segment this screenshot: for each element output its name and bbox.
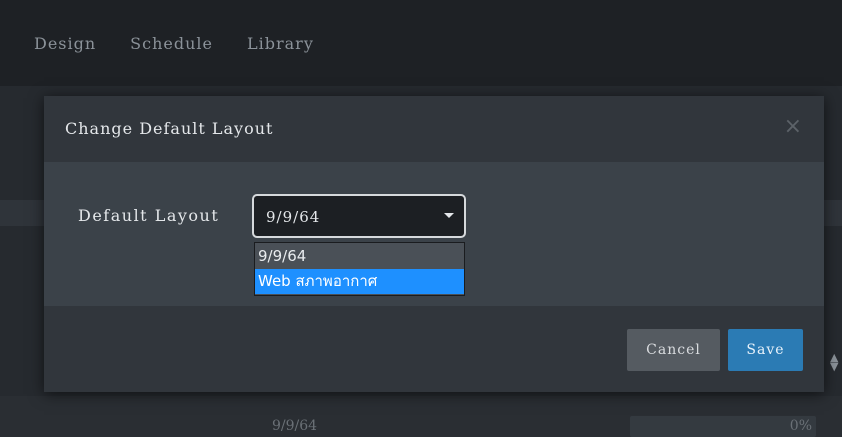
select-current-value: 9/9/64 bbox=[266, 208, 321, 226]
nav-item-schedule[interactable]: Schedule bbox=[130, 34, 213, 53]
dropdown-option-highlighted[interactable]: Web สภาพอากาศ bbox=[255, 269, 464, 294]
background-row-value: 0% bbox=[789, 418, 812, 434]
close-icon[interactable]: × bbox=[784, 116, 802, 138]
chevron-down-icon bbox=[444, 213, 454, 218]
modal-title: Change Default Layout bbox=[65, 119, 274, 138]
sort-icon[interactable]: ▲ ▼ bbox=[830, 352, 838, 372]
default-layout-label: Default Layout bbox=[78, 206, 220, 225]
nav-item-library[interactable]: Library bbox=[247, 34, 314, 53]
default-layout-select[interactable]: 9/9/64 bbox=[252, 194, 466, 238]
change-default-layout-modal: Change Default Layout × Default Layout 9… bbox=[44, 96, 824, 392]
nav-item-design[interactable]: Design bbox=[34, 34, 96, 53]
default-layout-dropdown: 9/9/64 Web สภาพอากาศ bbox=[254, 242, 465, 296]
cancel-button[interactable]: Cancel bbox=[627, 329, 720, 371]
save-button[interactable]: Save bbox=[728, 329, 803, 371]
background-row-name: 9/9/64 bbox=[272, 418, 318, 434]
modal-header: Change Default Layout × bbox=[44, 96, 824, 162]
dropdown-option[interactable]: 9/9/64 bbox=[255, 244, 464, 269]
top-navigation: Design Schedule Library bbox=[0, 0, 842, 86]
background-progress-cell: 0% bbox=[630, 416, 816, 437]
background-table-row: 9/9/64 0% bbox=[0, 396, 842, 437]
modal-footer: Cancel Save bbox=[44, 306, 824, 392]
